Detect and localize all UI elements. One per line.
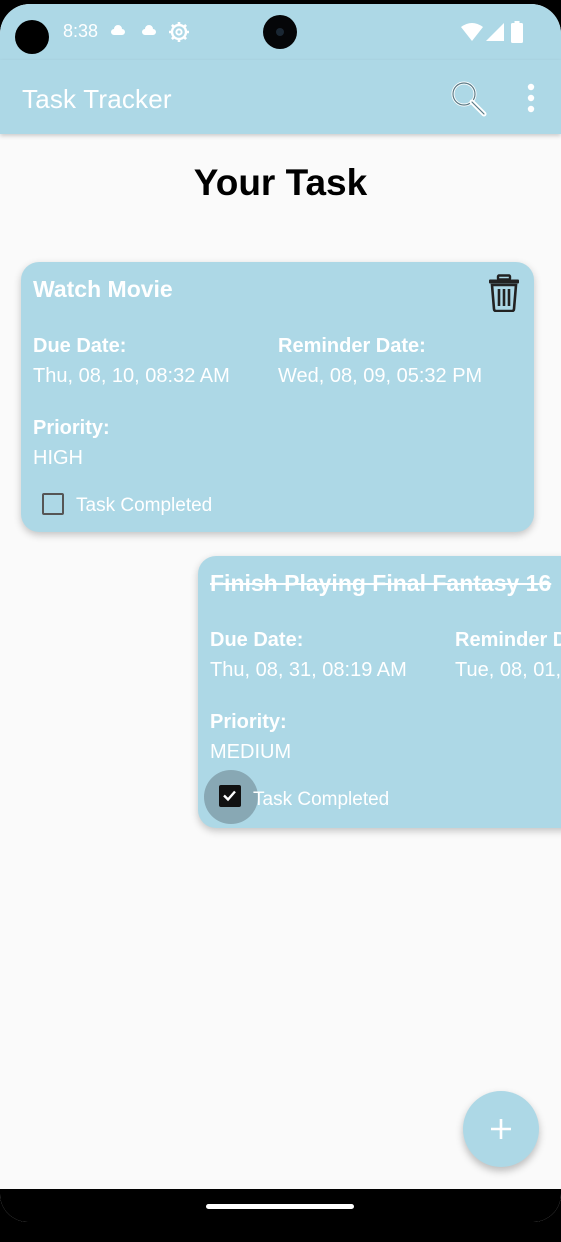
priority-value: HIGH: [33, 447, 83, 469]
add-task-button[interactable]: [463, 1091, 539, 1167]
task-completed-label[interactable]: Task Completed: [253, 789, 389, 811]
cloud-icon: [142, 25, 156, 35]
task-title: Finish Playing Final Fantasy 16: [210, 570, 552, 596]
front-camera: [263, 15, 297, 49]
due-date-label: Due Date:: [210, 629, 304, 651]
trash-icon[interactable]: [487, 274, 521, 312]
priority-label: Priority:: [210, 711, 287, 733]
due-date-value: Thu, 08, 10, 08:32 AM: [33, 365, 230, 387]
check-icon: [223, 790, 236, 802]
wifi-icon: [461, 23, 483, 41]
more-vert-icon[interactable]: [514, 78, 548, 118]
priority-value: MEDIUM: [210, 741, 292, 763]
reminder-date-value: Wed, 08, 09, 05:32 PM: [278, 365, 483, 387]
screen: 8:38 Task Tracker Your Task Watch Movie …: [0, 4, 561, 1222]
due-date-value: Thu, 08, 31, 08:19 AM: [210, 659, 407, 681]
task-card[interactable]: Watch Movie Due Date: Thu, 08, 10, 08:32…: [21, 262, 534, 532]
status-bar: 8:38: [0, 4, 561, 60]
due-date-label: Due Date:: [33, 335, 127, 357]
reminder-date-value: Tue, 08, 01,: [455, 659, 561, 681]
plus-icon: [491, 1119, 511, 1139]
camera-cutout-left: [15, 20, 49, 54]
app-bar: Task Tracker: [0, 60, 561, 134]
task-completed-checkbox[interactable]: [219, 785, 241, 807]
home-gesture-handle[interactable]: [206, 1204, 354, 1209]
task-title: Watch Movie: [33, 276, 173, 302]
navigation-bar: [0, 1189, 561, 1222]
task-completed-checkbox[interactable]: [42, 493, 64, 515]
phone-frame: 8:38 Task Tracker Your Task Watch Movie …: [0, 0, 561, 1242]
task-completed-label[interactable]: Task Completed: [76, 495, 212, 517]
task-card[interactable]: Finish Playing Final Fantasy 16 Due Date…: [198, 556, 561, 828]
signal-icon: [486, 23, 504, 41]
reminder-date-label: Reminder Date:: [278, 335, 426, 357]
page-title: Your Task: [193, 162, 368, 203]
priority-label: Priority:: [33, 417, 110, 439]
reminder-date-label: Reminder D: [455, 629, 561, 651]
status-time: 8:38: [63, 21, 99, 41]
app-title: Task Tracker: [22, 84, 172, 114]
settings-gear-icon: [169, 22, 189, 42]
search-icon[interactable]: [446, 76, 490, 120]
battery-icon: [511, 21, 523, 43]
cloud-icon: [111, 25, 125, 35]
